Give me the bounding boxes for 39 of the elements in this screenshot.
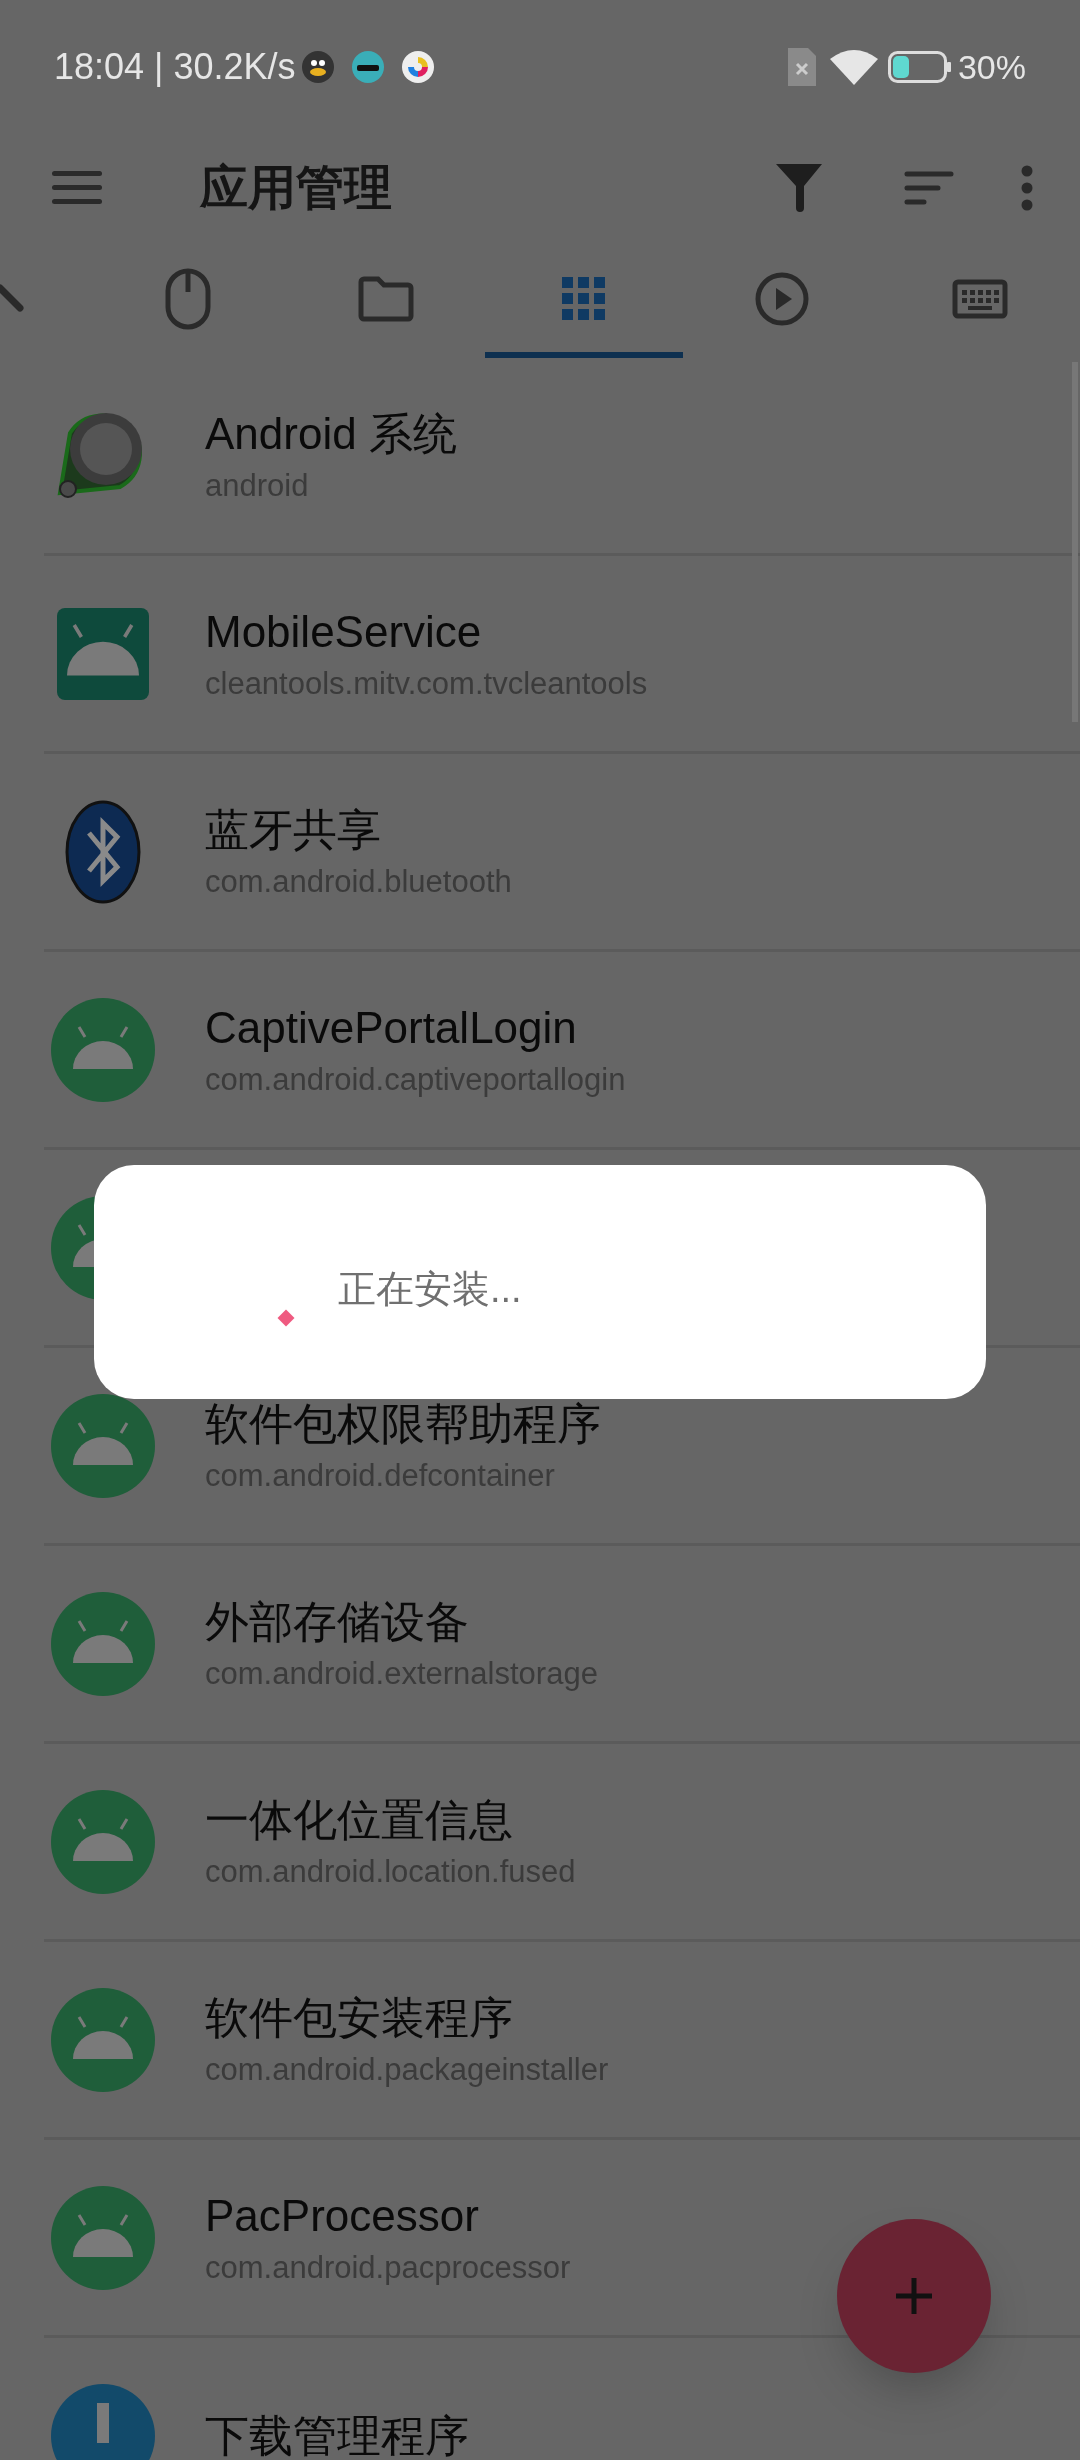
app-name: CaptivePortalLogin — [205, 1001, 578, 1054]
wifi-icon — [829, 49, 878, 85]
app-name: 下载管理程序 — [205, 2409, 469, 2460]
battery-icon — [887, 51, 952, 83]
page-title: 应用管理 — [200, 159, 392, 216]
plus-icon — [894, 2276, 934, 2316]
folder-icon — [358, 275, 414, 322]
app-name: 一体化位置信息 — [205, 1793, 514, 1846]
app-name: 软件包权限帮助程序 — [205, 1397, 601, 1450]
grid-icon — [562, 276, 606, 321]
keyboard-icon — [952, 278, 1008, 319]
network-speed: | 30.2K/s — [154, 45, 296, 89]
app-name: 软件包安装程序 — [205, 1991, 514, 2044]
android-icon — [49, 1392, 156, 1499]
download-icon — [49, 2382, 156, 2460]
mouse-icon — [165, 267, 211, 330]
clock: 18:04 — [54, 45, 145, 89]
app-name: MobileService — [205, 605, 483, 658]
penguin-icon — [301, 51, 334, 83]
android-icon — [49, 1590, 156, 1697]
sim-card-icon — [787, 48, 816, 86]
app-name: PacProcessor — [205, 2189, 480, 2242]
menu-icon[interactable] — [52, 171, 102, 204]
colorful-ring-icon — [401, 51, 434, 83]
sunglasses-face-icon — [351, 51, 384, 83]
android-icon — [49, 1788, 156, 1895]
app-name: 蓝牙共享 — [205, 803, 382, 856]
battery-percent: 30% — [957, 46, 1026, 88]
filter-icon[interactable] — [776, 163, 822, 212]
play-icon — [755, 271, 809, 326]
android-icon — [54, 605, 151, 702]
android-icon — [49, 1986, 156, 2093]
more-options-icon[interactable] — [1020, 164, 1034, 211]
sort-icon[interactable] — [904, 169, 954, 206]
android-icon — [49, 996, 156, 1103]
installing-message: 正在安装... — [338, 1267, 522, 1312]
app-name: 外部存储设备 — [205, 1595, 470, 1648]
app-name: Android 系统 — [205, 407, 457, 460]
android-icon — [49, 2184, 156, 2291]
